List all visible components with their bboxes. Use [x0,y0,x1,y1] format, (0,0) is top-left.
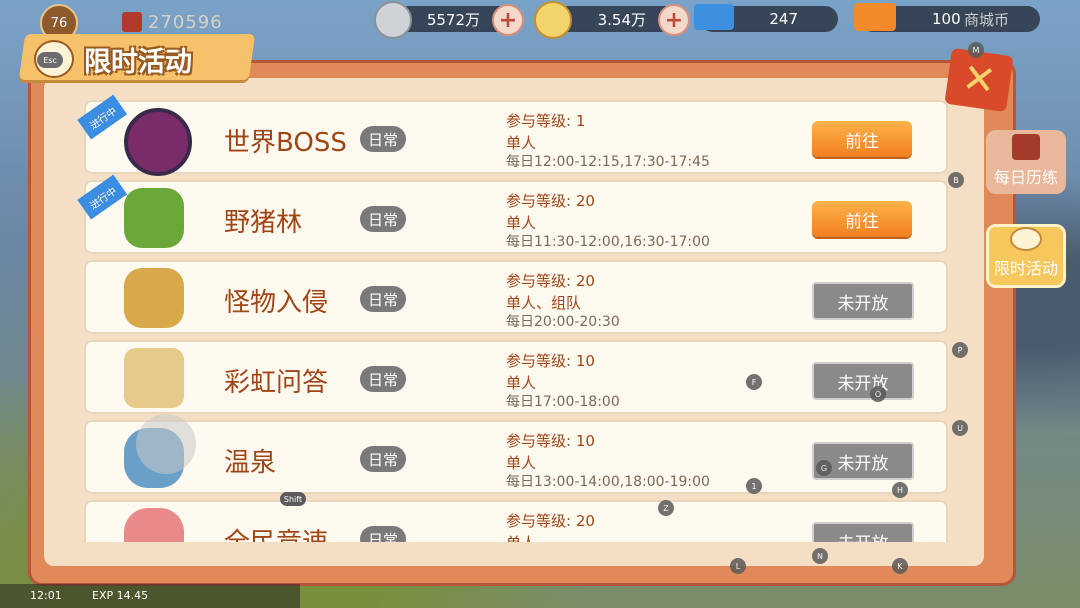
daily-tag: 日常 [360,446,406,472]
go-button[interactable]: 前往 [812,121,912,157]
not-open-button[interactable]: 未开放 [812,522,914,542]
silver-resource: 5572万 + [374,1,524,39]
not-open-button[interactable]: 未开放 [812,282,914,320]
required-level: 参与等级: 20 [506,192,595,210]
mall-value: 100 [932,10,961,28]
mall-ticket-icon [854,3,896,31]
key-hint-u: U [952,420,968,436]
daily-tag: 日常 [360,286,406,312]
schedule-time: 每日17:00-18:00 [506,394,620,410]
participation-mode: 单人 [506,532,536,542]
participation-mode: 单人 [506,214,537,232]
clock-icon [1010,227,1042,251]
activity-name: 野猪林 [224,208,303,238]
participation-mode: 单人、组队 [506,294,582,312]
key-hint-z: Z [658,500,674,516]
combat-power: 270596 [148,12,223,33]
in-progress-badge: 进行中 [77,94,128,140]
key-hint-k: K [892,558,908,574]
gold-value: 3.54万 [597,10,646,29]
tab-limited-activity[interactable]: 限时活动 [986,224,1066,288]
required-level: 参与等级: 20 [506,272,595,290]
rainbow-quiz-icon [124,348,184,408]
tab-daily-training[interactable]: 每日历练 [986,130,1066,194]
tab-label: 限时活动 [993,259,1058,278]
schedule-time: 每日20:00-20:30 [506,314,620,330]
shift-key-hint: Shift [280,492,306,506]
activity-row: 温泉 日常 参与等级: 10 单人 每日13:00-14:00,18:00-19… [84,420,948,494]
status-bar: 12:01 EXP 14.45 [0,584,300,608]
add-gold-button[interactable]: + [658,4,690,36]
daily-tag: 日常 [360,526,406,542]
esc-key-hint[interactable]: Esc [37,52,63,68]
required-level: 参与等级: 10 [506,352,595,370]
silver-value: 5572万 [426,10,480,29]
clock-time: 12:01 [30,589,62,602]
mall-currency: 100 商城币 [854,3,1040,32]
key-hint-l: L [730,558,746,574]
activity-row: 进行中 世界BOSS 日常 参与等级: 1 单人 每日12:00-12:15,1… [77,94,948,176]
key-hint-p: P [952,342,968,358]
activity-name: 怪物入侵 [224,288,329,318]
key-hint-b: B [948,172,964,188]
training-icon [1012,134,1040,160]
power-icon [122,12,142,32]
activity-row: 进行中 野猪林 日常 参与等级: 20 单人 每日11:30-12:00,16:… [77,174,948,254]
daily-tag: 日常 [360,126,406,152]
schedule-time: 每日12:00-12:15,17:30-17:45 [506,154,710,170]
speed-race-icon [124,508,184,542]
participation-mode: 单人 [506,134,537,152]
not-open-button[interactable]: 未开放 [812,362,914,400]
add-silver-button[interactable]: + [492,4,524,36]
schedule-time: 每日13:00-14:00,18:00-19:00 [506,474,710,490]
ticket-resource: 247 [694,4,838,32]
in-progress-badge: 进行中 [77,174,128,220]
required-level: 参与等级: 10 [506,432,595,450]
required-level: 参与等级: 1 [506,112,586,130]
required-level: 参与等级: 20 [506,512,595,530]
activity-name: 世界BOSS [224,128,347,158]
virtual-joystick[interactable] [136,414,196,474]
activity-row: 彩虹问答 日常 参与等级: 10 单人 每日17:00-18:00 未开放 [84,340,948,414]
activity-name: 彩虹问答 [224,368,329,398]
key-hint-1: 1 [746,478,762,494]
close-button[interactable]: ✕ [944,47,1014,113]
exp-readout: EXP 14.45 [92,589,149,602]
schedule-time: 每日11:30-12:00,16:30-17:00 [506,234,710,250]
participation-mode: 单人 [506,374,537,392]
key-hint-g: G [816,460,832,476]
activity-name: 温泉 [224,448,277,478]
silver-coin-icon [374,1,412,39]
close-key-hint: M [968,42,984,58]
activity-name: 全民竞速 [224,522,328,542]
daily-tag: 日常 [360,366,406,392]
key-hint-h: H [892,482,908,498]
boar-forest-icon [124,188,184,248]
daily-tag: 日常 [360,206,406,232]
player-hud: 76 270596 [40,4,260,42]
mall-label: 商城币 [964,10,1010,29]
activity-row: 全民竞速 日常 参与等级: 20 单人 未开放 [84,500,948,542]
panel-title: 限时活动 [84,47,192,78]
key-hint-f: F [746,374,762,390]
ticket-value: 247 [769,10,798,28]
world-boss-icon [124,108,192,176]
go-button[interactable]: 前往 [812,201,912,237]
key-hint-n: N [812,548,828,564]
ticket-icon [694,4,734,30]
key-hint-o: O [870,386,886,402]
activity-row: 怪物入侵 日常 参与等级: 20 单人、组队 每日20:00-20:30 未开放 [84,260,948,334]
tab-label: 每日历练 [993,168,1058,187]
participation-mode: 单人 [506,454,537,472]
monster-invasion-icon [124,268,184,328]
gold-resource: 3.54万 + [534,1,690,39]
gold-coin-icon [534,1,572,39]
